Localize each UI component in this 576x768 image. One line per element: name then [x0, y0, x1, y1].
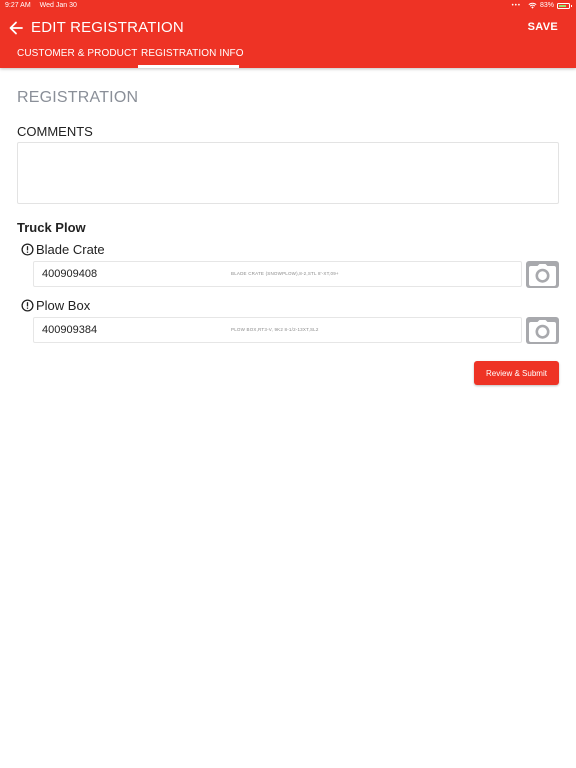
camera-icon [529, 263, 556, 286]
battery-level-fill [559, 4, 566, 7]
product-description: BLADE CRATE (SNOWPLOW),8-2,STL 8'-XT,09+ [231, 271, 339, 276]
serial-field-plow-box[interactable]: 400909384 PLOW BOX,RT3-V, 9K2 8-1/2-13XT… [33, 317, 522, 343]
alert-circle-icon [21, 299, 34, 312]
review-submit-button[interactable]: Review & Submit [474, 361, 559, 385]
alert-circle-icon [21, 243, 34, 256]
status-bar: 9:27 AM Wed Jan 30 ••• 83% [0, 0, 576, 12]
item-label-text: Blade Crate [36, 242, 105, 257]
status-date: Wed Jan 30 [39, 2, 77, 9]
app-header: 9:27 AM Wed Jan 30 ••• 83% EDIT REGISTRA… [0, 0, 576, 68]
serial-number: 400909384 [42, 324, 98, 336]
serial-field-blade-crate[interactable]: 400909408 BLADE CRATE (SNOWPLOW),8-2,STL… [33, 261, 522, 287]
save-button[interactable]: SAVE [528, 21, 558, 33]
camera-icon [529, 319, 556, 342]
active-tab-indicator [138, 65, 239, 68]
page-title: EDIT REGISTRATION [31, 19, 184, 36]
camera-button-plow-box[interactable] [526, 317, 559, 344]
tab-customer-product[interactable]: CUSTOMER & PRODUCT [17, 48, 138, 68]
wifi-icon [528, 2, 537, 9]
arrow-left-icon [9, 21, 23, 35]
item-label-blade-crate: Blade Crate [21, 242, 105, 257]
product-group-title: Truck Plow [17, 220, 86, 235]
status-time: 9:27 AM [5, 2, 31, 9]
item-label-plow-box: Plow Box [21, 298, 90, 313]
battery-icon [557, 2, 572, 9]
back-button[interactable] [6, 18, 26, 38]
serial-number: 400909408 [42, 268, 98, 280]
camera-button-blade-crate[interactable] [526, 261, 559, 288]
comments-label: COMMENTS [17, 124, 93, 139]
section-title: REGISTRATION [17, 89, 139, 106]
item-label-text: Plow Box [36, 298, 91, 313]
product-description: PLOW BOX,RT3-V, 9K2 8-1/2-13XT,SL2 [231, 327, 319, 332]
comments-textarea[interactable] [17, 142, 559, 204]
multitasking-dots-icon: ••• [511, 2, 521, 9]
battery-percent: 83% [539, 2, 554, 9]
